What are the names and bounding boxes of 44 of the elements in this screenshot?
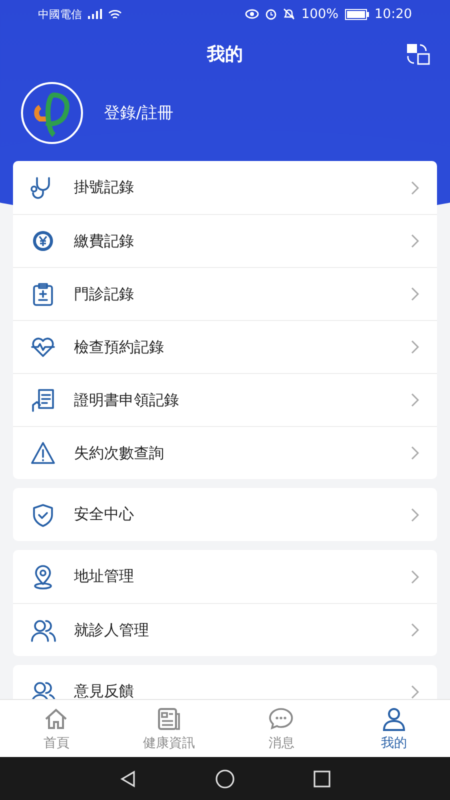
bell-off-icon bbox=[283, 8, 296, 20]
wifi-icon bbox=[108, 8, 122, 20]
menu-item[interactable]: 繳費記錄 bbox=[74, 232, 393, 250]
chevron-icon bbox=[411, 508, 419, 522]
document-hand-icon bbox=[30, 387, 56, 413]
chevron-icon bbox=[411, 393, 419, 407]
chevron-icon bbox=[411, 340, 419, 354]
chevron-icon bbox=[411, 684, 419, 698]
login-register-link[interactable]: 登錄/註冊 bbox=[104, 102, 174, 124]
chevron-icon bbox=[411, 234, 419, 248]
chevron-icon bbox=[411, 623, 419, 637]
tab[interactable]: 我的 bbox=[338, 700, 450, 757]
chevron-icon bbox=[411, 180, 419, 194]
menu-item[interactable]: 檢查預約記錄 bbox=[74, 338, 393, 356]
chevron-icon bbox=[411, 570, 419, 584]
menu-item[interactable]: 掛號記錄 bbox=[74, 178, 393, 197]
carrier-name: 中國電信 bbox=[38, 6, 82, 22]
chevron-icon bbox=[411, 446, 419, 460]
menu-item[interactable]: 安全中心 bbox=[74, 505, 393, 524]
menu-item[interactable]: 失約次數查詢 bbox=[74, 444, 393, 462]
menu-item[interactable]: 地址管理 bbox=[74, 567, 393, 586]
home-circle-icon[interactable] bbox=[215, 768, 235, 788]
newspaper-icon bbox=[156, 706, 182, 732]
menu-item[interactable]: 門診記錄 bbox=[74, 284, 393, 304]
alarm-icon bbox=[265, 8, 278, 20]
eye-icon bbox=[245, 9, 260, 19]
people-icon bbox=[30, 617, 56, 643]
chevron-icon bbox=[411, 287, 419, 301]
menu-item[interactable]: 就診人管理 bbox=[74, 620, 393, 640]
recents-icon[interactable] bbox=[313, 770, 331, 788]
back-icon[interactable] bbox=[119, 770, 137, 788]
battery-icon bbox=[344, 8, 369, 20]
page-title: 我的 bbox=[207, 43, 243, 66]
clock-time: 10:20 bbox=[374, 6, 412, 22]
menu-item[interactable]: 證明書申領記錄 bbox=[74, 390, 393, 410]
chat-bubble-icon bbox=[268, 706, 294, 732]
clipboard-icon bbox=[30, 281, 56, 307]
menu-item[interactable]: 意見反饋 bbox=[74, 682, 393, 699]
battery-percent: 100% bbox=[301, 6, 339, 22]
signal-icon bbox=[88, 9, 102, 19]
person-icon bbox=[380, 706, 407, 732]
shield-check-icon bbox=[30, 502, 56, 528]
warning-icon bbox=[30, 440, 56, 466]
yen-coin-icon bbox=[30, 228, 56, 254]
